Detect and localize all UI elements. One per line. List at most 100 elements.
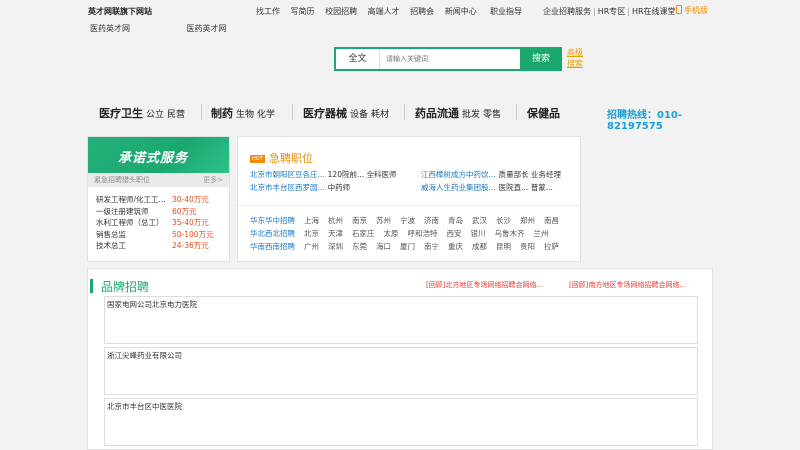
category-sub[interactable]: 民营 (167, 110, 185, 120)
hot-job-position[interactable]: 120院前... 全科医师 (328, 170, 397, 179)
brand-card-name[interactable]: 浙江尖峰药业有限公司 (107, 350, 182, 361)
category-sub[interactable]: 公立 (146, 110, 164, 120)
city-link[interactable]: 上海 (304, 216, 319, 225)
category-main[interactable]: 保健品 (527, 107, 560, 120)
brand-card[interactable]: 北京市丰台区中医医院 (104, 398, 698, 446)
brand-card-name[interactable]: 北京市丰台区中医医院 (107, 401, 182, 412)
job-salary: 24-36万元 (172, 241, 209, 250)
city-link[interactable]: 昆明 (496, 242, 511, 251)
city-link[interactable]: 重庆 (448, 242, 463, 251)
category-medical: 医疗卫生 公立 民营 (99, 105, 185, 121)
category-main[interactable]: 药品流通 (415, 107, 459, 120)
search-input[interactable] (386, 51, 516, 67)
city-link[interactable]: 兰州 (534, 229, 549, 238)
city-link[interactable]: 南宁 (424, 242, 439, 251)
city-link[interactable]: 青岛 (448, 216, 463, 225)
city-link[interactable]: 乌鲁木齐 (495, 229, 525, 238)
category-sub[interactable]: 生物 (236, 110, 254, 120)
city-link[interactable]: 厦门 (400, 242, 415, 251)
brand-news-item[interactable]: [回顾]北方地区专场网络招聘会网络... (426, 280, 543, 290)
city-link[interactable]: 天津 (328, 229, 343, 238)
region-name[interactable]: 华北西北招聘 (250, 228, 304, 239)
brand-card[interactable]: 浙江尖峰药业有限公司 (104, 347, 698, 395)
region-name[interactable]: 华南西南招聘 (250, 241, 304, 252)
nav-job-fair[interactable]: 招聘会 (410, 7, 434, 16)
job-title[interactable]: 销售总监 (96, 230, 126, 239)
nav-news[interactable]: 新闻中心 (445, 7, 477, 16)
hot-job-company[interactable]: 北京市朝阳区豆各庄... (250, 170, 325, 179)
city-link[interactable]: 深圳 (328, 242, 343, 251)
search-button[interactable]: 搜索 (520, 47, 562, 71)
brand-card-name[interactable]: 国家电网公司北京电力医院 (107, 299, 197, 310)
category-sub[interactable]: 设备 (350, 110, 368, 120)
job-title[interactable]: 水利工程师（总工） (96, 218, 164, 227)
enterprise-service-link[interactable]: 企业招聘服务 (543, 7, 591, 16)
region-name[interactable]: 华东华中招聘 (250, 215, 304, 226)
city-link[interactable]: 呼和浩特 (408, 229, 438, 238)
search-type-select[interactable]: 全文 (336, 49, 380, 69)
city-link[interactable]: 拉萨 (544, 242, 559, 251)
job-title[interactable]: 研发工程师/化工工... (96, 195, 166, 204)
city-link[interactable]: 东莞 (352, 242, 367, 251)
nav-write-resume[interactable]: 写简历 (291, 7, 315, 16)
brand-card[interactable]: 国家电网公司北京电力医院 (104, 296, 698, 344)
more-link[interactable]: 更多> (203, 173, 223, 187)
category-sub[interactable]: 化学 (257, 110, 275, 120)
city-link[interactable]: 郑州 (520, 216, 535, 225)
brand-news-item[interactable]: [回顾]南方地区专场网络招聘会网络... (569, 280, 686, 290)
city-link[interactable]: 武汉 (472, 216, 487, 225)
city-link[interactable]: 南京 (352, 216, 367, 225)
city-link[interactable]: 贵阳 (520, 242, 535, 251)
mobile-version-link[interactable]: 手机版 (676, 5, 708, 16)
city-link[interactable]: 成都 (472, 242, 487, 251)
city-link[interactable]: 西安 (447, 229, 462, 238)
list-item[interactable]: 水利工程师（总工） 35-40万元 (96, 217, 224, 229)
hr-zone-link[interactable]: HR专区 (598, 7, 626, 16)
city-link[interactable]: 石家庄 (352, 229, 375, 238)
career-guide-link[interactable]: 职业指导 (490, 6, 522, 17)
category-sub[interactable]: 批发 (462, 110, 480, 120)
city-link[interactable]: 广州 (304, 242, 319, 251)
city-link[interactable]: 长沙 (496, 216, 511, 225)
news-text[interactable]: 南方地区专场网络招聘会网络... (588, 281, 686, 289)
hot-job-position[interactable]: 中药师 (328, 183, 351, 192)
nav-campus[interactable]: 校园招聘 (325, 7, 357, 16)
news-text[interactable]: 北方地区专场网络招聘会网络... (445, 281, 543, 289)
list-item[interactable]: 威海人生药业集团股... 医院直... 普蒙... (421, 182, 553, 193)
category-main[interactable]: 医疗器械 (303, 107, 347, 120)
city-link[interactable]: 宁波 (400, 216, 415, 225)
city-link[interactable]: 北京 (304, 229, 319, 238)
city-link[interactable]: 银川 (471, 229, 486, 238)
sub-site-link[interactable]: 医药英才网 (90, 24, 130, 33)
city-link[interactable]: 苏州 (376, 216, 391, 225)
list-item[interactable]: 北京市丰台区西罗园... 中药师 (250, 182, 350, 193)
list-item[interactable]: 销售总监 50-100万元 (96, 229, 224, 241)
city-link[interactable]: 济南 (424, 216, 439, 225)
category-main[interactable]: 医疗卫生 (99, 107, 143, 120)
nav-find-job[interactable]: 找工作 (256, 7, 280, 16)
advanced-search-link[interactable]: 高级 搜索 (567, 47, 583, 69)
hot-job-company[interactable]: 威海人生药业集团股... (421, 183, 496, 192)
job-title[interactable]: 技术总工 (96, 241, 126, 250)
hot-job-company[interactable]: 江西樟树成方中药饮... (421, 170, 496, 179)
city-link[interactable]: 海口 (376, 242, 391, 251)
list-item[interactable]: 北京市朝阳区豆各庄... 120院前... 全科医师 (250, 169, 397, 180)
hot-job-position[interactable]: 质量部长 业务经理 (499, 170, 561, 179)
category-main[interactable]: 制药 (211, 107, 233, 120)
list-item[interactable]: 技术总工 24-36万元 (96, 240, 224, 252)
job-title[interactable]: 一级注册建筑师 (96, 207, 149, 216)
category-sub[interactable]: 耗材 (371, 110, 389, 120)
list-item[interactable]: 研发工程师/化工工... 30-40万元 (96, 194, 224, 206)
sub-site-link[interactable]: 医药英才网 (187, 24, 227, 33)
city-link[interactable]: 太原 (384, 229, 399, 238)
city-link[interactable]: 杭州 (328, 216, 343, 225)
list-item[interactable]: 一级注册建筑师 60万元 (96, 206, 224, 218)
promise-banner[interactable]: 承诺式服务 (88, 137, 229, 173)
hot-job-position[interactable]: 医院直... 普蒙... (499, 183, 553, 192)
city-link[interactable]: 南昌 (544, 216, 559, 225)
category-sub[interactable]: 零售 (483, 110, 501, 120)
list-item[interactable]: 江西樟树成方中药饮... 质量部长 业务经理 (421, 169, 561, 180)
hr-class-link[interactable]: HR在线课堂 (632, 7, 676, 16)
nav-senior-talent[interactable]: 高端人才 (368, 7, 400, 16)
hot-job-company[interactable]: 北京市丰台区西罗园... (250, 183, 325, 192)
